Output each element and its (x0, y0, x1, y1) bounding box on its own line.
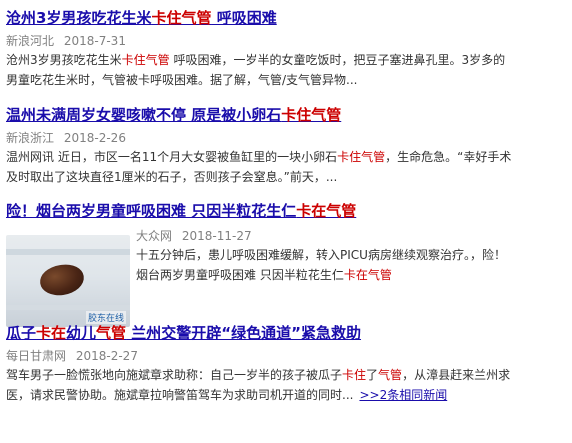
result-date: 2018-2-26 (63, 131, 126, 145)
summary-text: 驾车男子一脸慌张地向施斌章求助称：自己一岁半的孩子被瓜子 (6, 368, 343, 382)
summary-keyword: 气管 (378, 368, 403, 382)
related-news-link[interactable]: >>2条相同新闻 (359, 388, 447, 402)
summary-line: 温州网讯 近日，市区一名11个月大女婴被鱼缸里的一块小卵石卡住气管，生命危急。“… (6, 147, 566, 167)
news-results: 沧州3岁男孩吃花生米卡住气管 呼吸困难 新浪河北 2018-7-31 沧州3岁男… (0, 0, 572, 443)
summary-text: 烟台两岁男童呼吸困难 只因半粒花生仁 (136, 268, 344, 282)
summary-line: 及时取出了这块直径1厘米的石子，否则孩子会窒息。”前天，... (6, 167, 566, 187)
thumbnail-background (6, 305, 130, 310)
result-meta: 新浪浙江 2018-2-26 (6, 129, 566, 147)
result-source: 新浪浙江 (6, 131, 55, 145)
result-title-link[interactable]: 温州未满周岁女婴咳嗽不停 原是被小卵石卡住气管 (6, 105, 566, 125)
result-summary: 驾车男子一脸慌张地向施斌章求助称：自己一岁半的孩子被瓜子卡住了气管，从漳县赶来兰… (6, 365, 566, 405)
result-source: 每日甘肃网 (6, 349, 67, 363)
title-text[interactable]: 险！烟台两岁男童呼吸困难 只因半粒花生仁 (6, 202, 296, 220)
title-keyword[interactable]: 卡在气管 (296, 202, 356, 220)
result-date: 2018-2-27 (75, 349, 138, 363)
summary-line: 驾车男子一脸慌张地向施斌章求助称：自己一岁半的孩子被瓜子卡住了气管，从漳县赶来兰… (6, 365, 566, 385)
result-title-link[interactable]: 瓜子卡在幼儿气管 兰州交警开辟“绿色通道”紧急救助 (6, 323, 566, 343)
result-thumbnail[interactable]: 胶东在线 (6, 235, 130, 327)
summary-text: 沧州3岁男孩吃花生米 (6, 53, 122, 67)
news-result: 温州未满周岁女婴咳嗽不停 原是被小卵石卡住气管 新浪浙江 2018-2-26 温… (6, 105, 566, 187)
result-summary: 温州网讯 近日，市区一名11个月大女婴被鱼缸里的一块小卵石卡住气管，生命危急。“… (6, 147, 566, 187)
summary-text: 温州网讯 近日，市区一名11个月大女婴被鱼缸里的一块小卵石 (6, 150, 338, 164)
summary-keyword: 卡住气管 (121, 53, 170, 67)
result-summary: 十五分钟后，患儿呼吸困难缓解，转入PICU病房继续观察治疗。，险！ 烟台两岁男童呼… (136, 245, 566, 285)
title-text[interactable]: 温州未满周岁女婴咳嗽不停 原是被小卵石 (6, 106, 281, 124)
title-text[interactable]: 沧州3岁男孩吃花生米 (6, 9, 151, 27)
result-date: 2018-11-27 (181, 229, 252, 243)
peanut-image (38, 262, 86, 298)
title-text[interactable]: 幼儿 (66, 324, 96, 342)
news-result: 险！烟台两岁男童呼吸困难 只因半粒花生仁卡在气管 胶东在线 大众网 2018-1… (6, 201, 566, 331)
summary-line: 男童吃花生米时，气管被卡呼吸困难。据了解，气管/支气管异物... (6, 70, 566, 90)
result-meta: 大众网 2018-11-27 (136, 227, 566, 245)
summary-text: 十五分钟后，患儿呼吸困难缓解，转入PICU病房继续观察治疗。，险！ (136, 248, 506, 262)
summary-text: ，从漳县赶来兰州求 (402, 368, 511, 382)
result-meta: 新浪河北 2018-7-31 (6, 32, 566, 50)
summary-text: ，生命危急。“幸好手术 (385, 150, 512, 164)
title-text[interactable]: 兰州交警开辟“绿色通道”紧急救助 (126, 324, 361, 342)
summary-text: 医，请求民警协助。施斌章拉响警笛驾车为求助司机开道的同时... (6, 388, 354, 402)
result-date: 2018-7-31 (63, 34, 126, 48)
title-text[interactable]: 呼吸困难 (211, 9, 277, 27)
result-title-link[interactable]: 沧州3岁男孩吃花生米卡住气管 呼吸困难 (6, 8, 566, 28)
thumbnail-background (6, 249, 130, 255)
news-result: 瓜子卡在幼儿气管 兰州交警开辟“绿色通道”紧急救助 每日甘肃网 2018-2-2… (6, 323, 566, 405)
summary-text: 及时取出了这块直径1厘米的石子，否则孩子会窒息。”前天，... (6, 170, 338, 184)
result-source: 新浪河北 (6, 34, 55, 48)
summary-line: 烟台两岁男童呼吸困难 只因半粒花生仁卡在气管 (136, 265, 566, 285)
summary-text: 男童吃花生米时，气管被卡呼吸困难。据了解，气管/支气管异物... (6, 73, 358, 87)
title-keyword[interactable]: 卡在 (36, 324, 66, 342)
title-keyword[interactable]: 气管 (96, 324, 126, 342)
result-meta: 每日甘肃网 2018-2-27 (6, 347, 566, 365)
summary-text: 了 (366, 368, 379, 382)
summary-keyword: 卡住气管 (337, 150, 386, 164)
summary-keyword: 卡在气管 (343, 268, 392, 282)
result-body: 大众网 2018-11-27 十五分钟后，患儿呼吸困难缓解，转入PICU病房继续… (136, 227, 566, 285)
summary-line: 医，请求民警协助。施斌章拉响警笛驾车为求助司机开道的同时... >>2条相同新闻 (6, 385, 566, 405)
summary-keyword: 卡住 (342, 368, 367, 382)
summary-text: 呼吸困难，一岁半的女童吃饭时，把豆子塞进鼻孔里。3岁多的 (169, 53, 506, 67)
title-keyword[interactable]: 卡住气管 (151, 9, 211, 27)
summary-line: 沧州3岁男孩吃花生米卡住气管 呼吸困难，一岁半的女童吃饭时，把豆子塞进鼻孔里。3… (6, 50, 566, 70)
news-result: 沧州3岁男孩吃花生米卡住气管 呼吸困难 新浪河北 2018-7-31 沧州3岁男… (6, 8, 566, 90)
title-keyword[interactable]: 卡住气管 (281, 106, 341, 124)
summary-line: 十五分钟后，患儿呼吸困难缓解，转入PICU病房继续观察治疗。，险！ (136, 245, 566, 265)
result-summary: 沧州3岁男孩吃花生米卡住气管 呼吸困难，一岁半的女童吃饭时，把豆子塞进鼻孔里。3… (6, 50, 566, 90)
result-title-link[interactable]: 险！烟台两岁男童呼吸困难 只因半粒花生仁卡在气管 (6, 201, 566, 221)
result-source: 大众网 (136, 229, 173, 243)
title-text[interactable]: 瓜子 (6, 324, 36, 342)
